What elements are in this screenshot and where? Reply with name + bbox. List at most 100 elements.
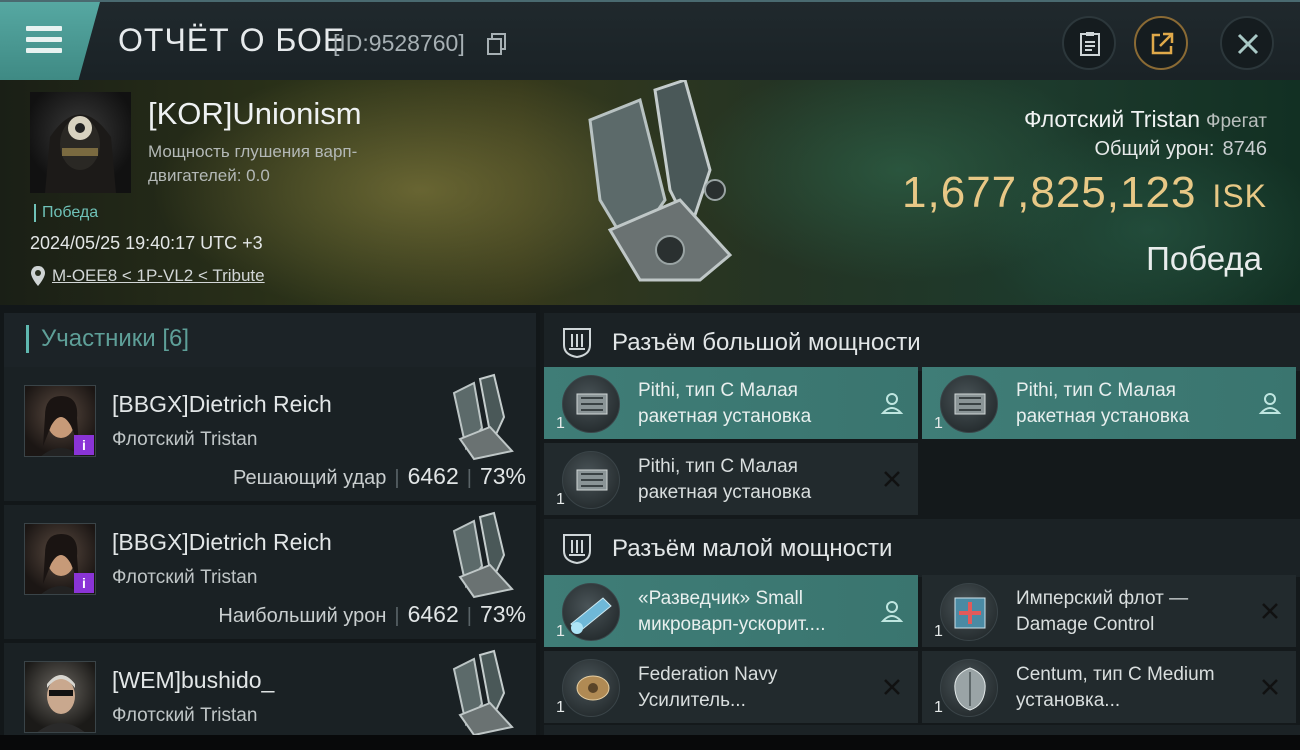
victim-ship-name: Флотский Tristan (1023, 106, 1201, 132)
high-slots-header: Разъём большой мощности (544, 313, 1300, 371)
cross-icon (884, 679, 900, 695)
participant-percent: 73% (479, 601, 526, 627)
victim-portrait[interactable] (30, 92, 131, 193)
person-icon (880, 393, 904, 414)
module-quantity: 1 (556, 415, 565, 432)
participant-ship-image (452, 649, 514, 737)
notes-icon (1080, 32, 1100, 56)
module-quantity: 1 (934, 623, 943, 640)
warp-jam-strength: Мощность глушения варп-двигателей: 0.0 (148, 142, 358, 185)
victim-name[interactable]: [KOR]Unionism (148, 96, 362, 132)
notes-button[interactable] (1062, 16, 1116, 70)
kill-summary: [KOR]Unionism Мощность глушения варп-дви… (0, 80, 1300, 305)
module-name: «Разведчик» Small микроварп-ускорит.... (638, 588, 826, 635)
module-item[interactable]: 1 Pithi, тип C Малая ракетная установка (922, 367, 1296, 439)
amplifier-icon (562, 659, 620, 717)
slot-icon (563, 534, 591, 565)
menu-icon (26, 26, 62, 54)
damage-control-icon (940, 583, 998, 641)
cross-icon (884, 471, 900, 487)
result-tag: Победа (34, 204, 98, 222)
location-link[interactable]: M-OEE8 < 1P-VL2 < Tribute (52, 266, 265, 286)
total-damage-label: Общий урон: (1094, 138, 1215, 160)
info-badge[interactable]: i (74, 435, 94, 455)
battle-result: Победа (1146, 240, 1262, 277)
avatar (24, 661, 96, 733)
participant-stats: Наибольший урон | 6462 | 73% (218, 601, 526, 627)
total-damage: Общий урон: 8746 (1095, 138, 1268, 161)
report-id: [ID:9528760] (333, 30, 465, 56)
isk-amount: 1,677,825,123 (902, 168, 1197, 217)
module-name: Pithi, тип C Малая ракетная установка (638, 456, 812, 503)
share-icon (1151, 32, 1174, 55)
module-item[interactable]: 1 Federation Navy Усилитель... (544, 651, 918, 723)
low-slots-header: Разъём малой мощности (544, 519, 1300, 577)
launcher-icon (562, 451, 620, 509)
module-item[interactable]: 1 Pithi, тип C Малая ракетная установка (544, 367, 918, 439)
menu-button[interactable] (0, 2, 100, 82)
microwarpdrive-icon (562, 583, 620, 641)
module-name: Centum, тип C Medium установка... (1016, 664, 1215, 711)
victim-ship-image (588, 80, 733, 282)
share-button[interactable] (1134, 16, 1188, 70)
participant-role: Наибольший урон (218, 605, 387, 627)
top-bar: ОТЧЁТ О БОЕ [ID:9528760] (0, 0, 1300, 82)
participant-ship-image (452, 373, 514, 461)
participant-ship: Флотский Tristan (112, 429, 258, 450)
info-badge[interactable]: i (74, 573, 94, 593)
launcher-icon (940, 375, 998, 433)
participant-row[interactable]: i [BBGX]Dietrich Reich Флотский Tristan … (4, 505, 536, 639)
module-quantity: 1 (934, 415, 943, 432)
armor-plate-icon (940, 659, 998, 717)
module-quantity: 1 (556, 623, 565, 640)
participant-damage: 6462 (407, 601, 459, 627)
copy-icon[interactable] (487, 33, 507, 55)
participants-panel: Участники [6] i [BBGX]Dietrich Reich Фло… (0, 305, 540, 750)
module-item[interactable]: 1 «Разведчик» Small микроварп-ускорит...… (544, 575, 918, 647)
participant-ship-image (452, 511, 514, 599)
participant-ship: Флотский Tristan (112, 567, 258, 588)
module-quantity: 1 (556, 699, 565, 716)
module-item[interactable]: 1 Centum, тип C Medium установка... (922, 651, 1296, 723)
person-icon (880, 601, 904, 622)
cross-icon (1262, 679, 1278, 695)
page-title: ОТЧЁТ О БОЕ (118, 22, 346, 58)
module-item[interactable]: 1 Имперский флот — Damage Control (922, 575, 1296, 647)
launcher-icon (562, 375, 620, 433)
module-name: Pithi, тип C Малая ракетная установка (1016, 380, 1190, 427)
close-icon (1237, 33, 1259, 55)
total-damage-value: 8746 (1222, 138, 1268, 160)
participants-header: Участники [6] (4, 313, 536, 367)
kill-date: 2024/05/25 19:40:17 UTC +3 (30, 233, 263, 253)
cross-icon (1262, 603, 1278, 619)
module-name: Имперский флот — Damage Control (1016, 588, 1189, 635)
participant-name: [WEM]bushido_ (112, 667, 275, 693)
module-quantity: 1 (934, 699, 943, 716)
isk-value: 1,677,825,123 ISK (902, 168, 1267, 218)
module-name: Federation Navy Усилитель... (638, 664, 778, 711)
participant-row[interactable]: [WEM]bushido_ Флотский Tristan (4, 643, 536, 750)
participant-ship: Флотский Tristan (112, 705, 258, 726)
module-quantity: 1 (556, 491, 565, 508)
participant-role: Решающий удар (233, 467, 387, 489)
victim-ship[interactable]: Флотский Tristan Фрегат (1024, 106, 1267, 133)
victim-ship-class: Фрегат (1206, 111, 1267, 132)
location-pin-icon (31, 266, 45, 286)
participant-name: [BBGX]Dietrich Reich (112, 529, 332, 555)
module-item[interactable]: 1 Pithi, тип C Малая ракетная установка (544, 443, 918, 515)
module-name: Pithi, тип C Малая ракетная установка (638, 380, 812, 427)
person-icon (1258, 393, 1282, 414)
participant-row[interactable]: i [BBGX]Dietrich Reich Флотский Tristan … (4, 367, 536, 501)
participant-damage: 6462 (407, 463, 459, 489)
screen-bottom-edge (0, 735, 1300, 750)
participant-name: [BBGX]Dietrich Reich (112, 391, 332, 417)
fitting-panel: Разъём большой мощности 1 Pithi, тип C М… (540, 305, 1300, 750)
isk-unit: ISK (1212, 178, 1267, 214)
participant-percent: 73% (479, 463, 526, 489)
slot-icon (563, 328, 591, 359)
participants-title: Участники [6] (26, 325, 189, 353)
low-slots-title: Разъём малой мощности (612, 535, 893, 562)
participant-stats: Решающий удар | 6462 | 73% (233, 463, 526, 489)
close-button[interactable] (1220, 16, 1274, 70)
high-slots-title: Разъём большой мощности (612, 329, 921, 356)
